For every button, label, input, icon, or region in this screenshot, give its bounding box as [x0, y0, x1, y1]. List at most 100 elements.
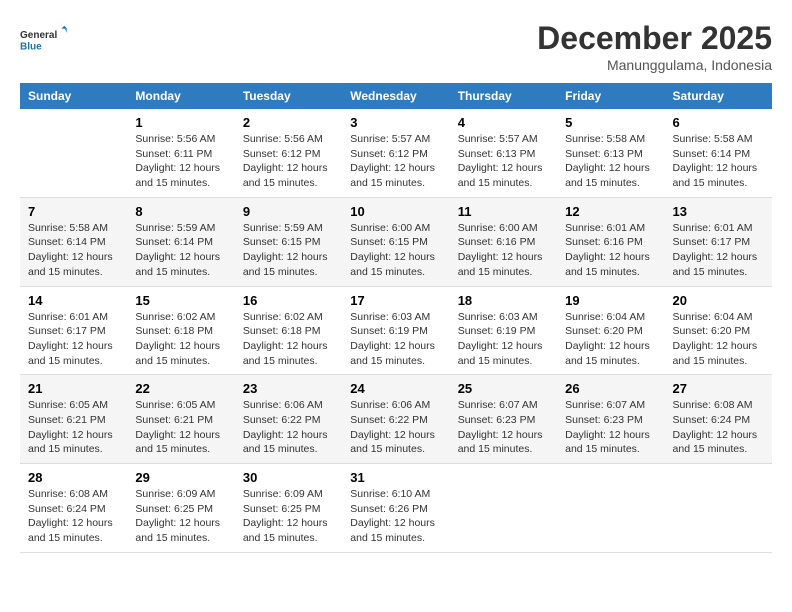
day-number: 29 — [135, 470, 226, 485]
calendar-header-row: SundayMondayTuesdayWednesdayThursdayFrid… — [20, 83, 772, 109]
calendar-cell — [665, 464, 772, 553]
day-info: Sunrise: 6:06 AMSunset: 6:22 PMDaylight:… — [350, 399, 435, 455]
day-info: Sunrise: 6:01 AMSunset: 6:17 PMDaylight:… — [673, 222, 758, 278]
month-title: December 2025 — [537, 20, 772, 57]
calendar-cell: 18 Sunrise: 6:03 AMSunset: 6:19 PMDaylig… — [450, 286, 557, 375]
day-info: Sunrise: 5:59 AMSunset: 6:14 PMDaylight:… — [135, 222, 220, 278]
day-info: Sunrise: 6:04 AMSunset: 6:20 PMDaylight:… — [565, 311, 650, 367]
calendar-cell: 24 Sunrise: 6:06 AMSunset: 6:22 PMDaylig… — [342, 375, 449, 464]
day-number: 27 — [673, 381, 764, 396]
day-number: 6 — [673, 115, 764, 130]
day-number: 2 — [243, 115, 334, 130]
day-number: 4 — [458, 115, 549, 130]
day-info: Sunrise: 6:01 AMSunset: 6:16 PMDaylight:… — [565, 222, 650, 278]
calendar-week-5: 28 Sunrise: 6:08 AMSunset: 6:24 PMDaylig… — [20, 464, 772, 553]
calendar-cell: 13 Sunrise: 6:01 AMSunset: 6:17 PMDaylig… — [665, 197, 772, 286]
day-number: 28 — [28, 470, 119, 485]
calendar-cell: 11 Sunrise: 6:00 AMSunset: 6:16 PMDaylig… — [450, 197, 557, 286]
day-info: Sunrise: 6:04 AMSunset: 6:20 PMDaylight:… — [673, 311, 758, 367]
calendar-cell: 22 Sunrise: 6:05 AMSunset: 6:21 PMDaylig… — [127, 375, 234, 464]
day-info: Sunrise: 6:07 AMSunset: 6:23 PMDaylight:… — [458, 399, 543, 455]
svg-text:Blue: Blue — [20, 41, 42, 52]
day-number: 3 — [350, 115, 441, 130]
calendar-cell — [450, 464, 557, 553]
calendar-cell: 9 Sunrise: 5:59 AMSunset: 6:15 PMDayligh… — [235, 197, 342, 286]
day-info: Sunrise: 6:10 AMSunset: 6:26 PMDaylight:… — [350, 488, 435, 544]
day-number: 23 — [243, 381, 334, 396]
day-info: Sunrise: 6:01 AMSunset: 6:17 PMDaylight:… — [28, 311, 113, 367]
calendar-cell: 8 Sunrise: 5:59 AMSunset: 6:14 PMDayligh… — [127, 197, 234, 286]
calendar-cell: 17 Sunrise: 6:03 AMSunset: 6:19 PMDaylig… — [342, 286, 449, 375]
day-info: Sunrise: 5:57 AMSunset: 6:13 PMDaylight:… — [458, 133, 543, 189]
day-info: Sunrise: 6:05 AMSunset: 6:21 PMDaylight:… — [135, 399, 220, 455]
day-info: Sunrise: 5:59 AMSunset: 6:15 PMDaylight:… — [243, 222, 328, 278]
day-number: 17 — [350, 293, 441, 308]
day-info: Sunrise: 6:05 AMSunset: 6:21 PMDaylight:… — [28, 399, 113, 455]
day-number: 10 — [350, 204, 441, 219]
day-info: Sunrise: 6:08 AMSunset: 6:24 PMDaylight:… — [673, 399, 758, 455]
day-number: 15 — [135, 293, 226, 308]
day-number: 11 — [458, 204, 549, 219]
calendar-cell: 30 Sunrise: 6:09 AMSunset: 6:25 PMDaylig… — [235, 464, 342, 553]
calendar-cell: 23 Sunrise: 6:06 AMSunset: 6:22 PMDaylig… — [235, 375, 342, 464]
calendar-cell: 1 Sunrise: 5:56 AMSunset: 6:11 PMDayligh… — [127, 109, 234, 197]
day-info: Sunrise: 6:08 AMSunset: 6:24 PMDaylight:… — [28, 488, 113, 544]
day-number: 19 — [565, 293, 656, 308]
day-number: 26 — [565, 381, 656, 396]
day-info: Sunrise: 6:02 AMSunset: 6:18 PMDaylight:… — [135, 311, 220, 367]
calendar-cell: 16 Sunrise: 6:02 AMSunset: 6:18 PMDaylig… — [235, 286, 342, 375]
calendar-cell: 28 Sunrise: 6:08 AMSunset: 6:24 PMDaylig… — [20, 464, 127, 553]
day-number: 12 — [565, 204, 656, 219]
header-day-wednesday: Wednesday — [342, 83, 449, 109]
day-number: 8 — [135, 204, 226, 219]
day-number: 7 — [28, 204, 119, 219]
day-info: Sunrise: 6:00 AMSunset: 6:16 PMDaylight:… — [458, 222, 543, 278]
calendar-cell: 14 Sunrise: 6:01 AMSunset: 6:17 PMDaylig… — [20, 286, 127, 375]
day-info: Sunrise: 5:58 AMSunset: 6:13 PMDaylight:… — [565, 133, 650, 189]
calendar-cell: 10 Sunrise: 6:00 AMSunset: 6:15 PMDaylig… — [342, 197, 449, 286]
day-info: Sunrise: 6:03 AMSunset: 6:19 PMDaylight:… — [350, 311, 435, 367]
day-number: 16 — [243, 293, 334, 308]
calendar-week-2: 7 Sunrise: 5:58 AMSunset: 6:14 PMDayligh… — [20, 197, 772, 286]
header-day-thursday: Thursday — [450, 83, 557, 109]
page-header: General Blue December 2025 Manunggulama,… — [20, 20, 772, 73]
day-info: Sunrise: 5:57 AMSunset: 6:12 PMDaylight:… — [350, 133, 435, 189]
calendar-cell: 29 Sunrise: 6:09 AMSunset: 6:25 PMDaylig… — [127, 464, 234, 553]
day-number: 24 — [350, 381, 441, 396]
calendar-week-1: 1 Sunrise: 5:56 AMSunset: 6:11 PMDayligh… — [20, 109, 772, 197]
day-info: Sunrise: 6:03 AMSunset: 6:19 PMDaylight:… — [458, 311, 543, 367]
day-info: Sunrise: 6:09 AMSunset: 6:25 PMDaylight:… — [135, 488, 220, 544]
day-number: 31 — [350, 470, 441, 485]
day-number: 30 — [243, 470, 334, 485]
header-day-friday: Friday — [557, 83, 664, 109]
title-section: December 2025 Manunggulama, Indonesia — [537, 20, 772, 73]
calendar-cell: 12 Sunrise: 6:01 AMSunset: 6:16 PMDaylig… — [557, 197, 664, 286]
svg-text:General: General — [20, 30, 57, 41]
day-info: Sunrise: 6:02 AMSunset: 6:18 PMDaylight:… — [243, 311, 328, 367]
day-info: Sunrise: 6:00 AMSunset: 6:15 PMDaylight:… — [350, 222, 435, 278]
day-number: 21 — [28, 381, 119, 396]
calendar-cell: 26 Sunrise: 6:07 AMSunset: 6:23 PMDaylig… — [557, 375, 664, 464]
calendar-cell: 5 Sunrise: 5:58 AMSunset: 6:13 PMDayligh… — [557, 109, 664, 197]
day-info: Sunrise: 6:07 AMSunset: 6:23 PMDaylight:… — [565, 399, 650, 455]
day-number: 18 — [458, 293, 549, 308]
calendar-cell: 19 Sunrise: 6:04 AMSunset: 6:20 PMDaylig… — [557, 286, 664, 375]
calendar-week-4: 21 Sunrise: 6:05 AMSunset: 6:21 PMDaylig… — [20, 375, 772, 464]
day-info: Sunrise: 6:09 AMSunset: 6:25 PMDaylight:… — [243, 488, 328, 544]
calendar-cell: 25 Sunrise: 6:07 AMSunset: 6:23 PMDaylig… — [450, 375, 557, 464]
calendar-cell: 3 Sunrise: 5:57 AMSunset: 6:12 PMDayligh… — [342, 109, 449, 197]
day-number: 9 — [243, 204, 334, 219]
calendar-table: SundayMondayTuesdayWednesdayThursdayFrid… — [20, 83, 772, 553]
day-number: 20 — [673, 293, 764, 308]
calendar-cell: 21 Sunrise: 6:05 AMSunset: 6:21 PMDaylig… — [20, 375, 127, 464]
calendar-cell: 4 Sunrise: 5:57 AMSunset: 6:13 PMDayligh… — [450, 109, 557, 197]
day-number: 22 — [135, 381, 226, 396]
day-number: 14 — [28, 293, 119, 308]
calendar-cell: 6 Sunrise: 5:58 AMSunset: 6:14 PMDayligh… — [665, 109, 772, 197]
calendar-cell: 31 Sunrise: 6:10 AMSunset: 6:26 PMDaylig… — [342, 464, 449, 553]
location-subtitle: Manunggulama, Indonesia — [537, 57, 772, 73]
header-day-tuesday: Tuesday — [235, 83, 342, 109]
day-number: 13 — [673, 204, 764, 219]
header-day-saturday: Saturday — [665, 83, 772, 109]
calendar-cell: 2 Sunrise: 5:56 AMSunset: 6:12 PMDayligh… — [235, 109, 342, 197]
